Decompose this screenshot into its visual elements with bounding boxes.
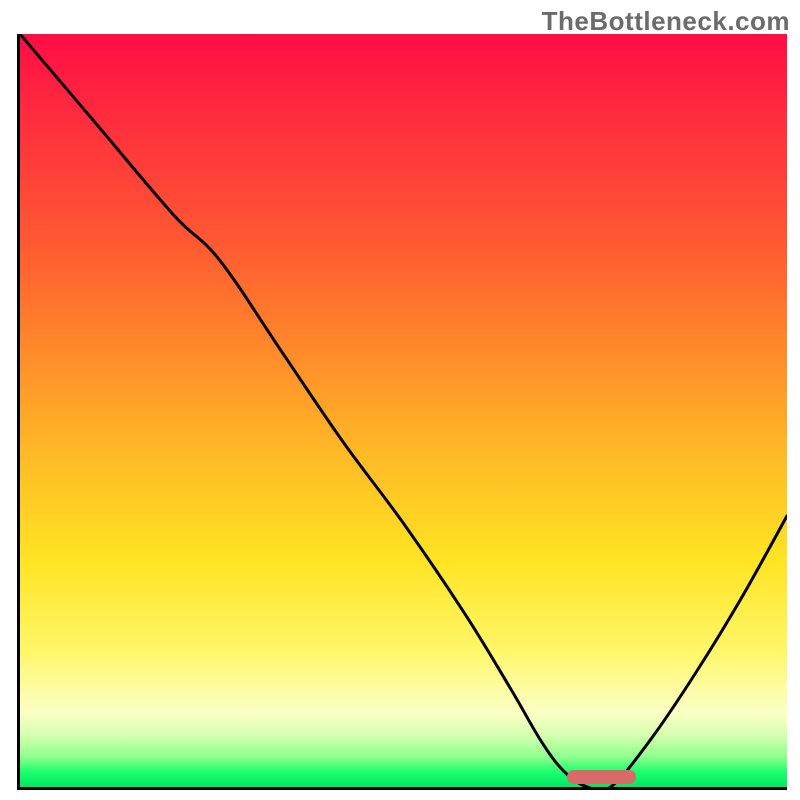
watermark-label: TheBottleneck.com (542, 6, 790, 37)
plot-area (17, 34, 787, 790)
bottleneck-chart: TheBottleneck.com (0, 0, 800, 800)
curve-path (20, 34, 787, 787)
bottleneck-curve (20, 34, 787, 787)
sweet-spot-marker (567, 770, 636, 784)
